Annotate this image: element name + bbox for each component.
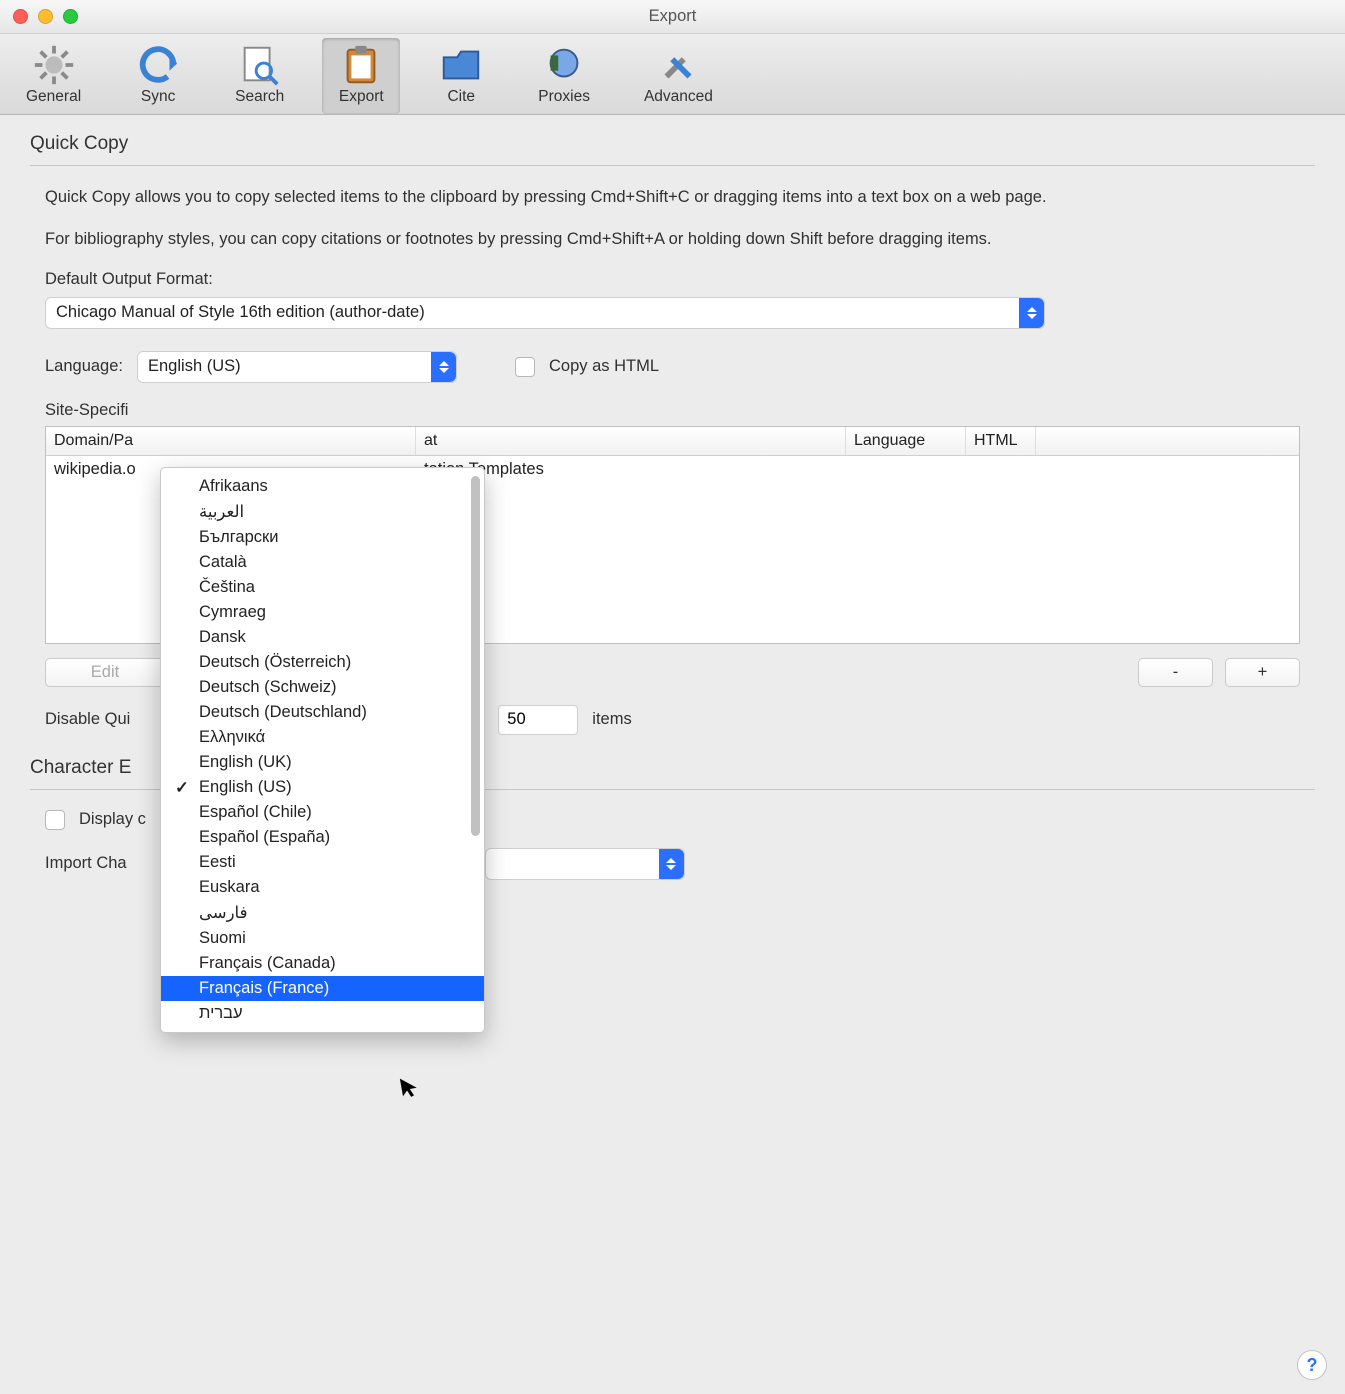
cell-language — [846, 456, 966, 483]
add-button[interactable]: + — [1225, 658, 1300, 687]
folder-icon — [438, 42, 484, 88]
tab-search[interactable]: Search — [219, 38, 300, 114]
language-dropdown[interactable]: AfrikaansالعربيةБългарскиCatalàČeštinaCy… — [160, 467, 485, 1033]
column-html[interactable]: HTML — [966, 427, 1036, 455]
default-output-format-label: Default Output Format: — [45, 270, 1300, 289]
disable-quick-copy-label: Disable Qui — [45, 710, 130, 729]
copy-as-html-label: Copy as HTML — [549, 357, 659, 376]
items-label: items — [592, 710, 631, 729]
select-value: Chicago Manual of Style 16th edition (au… — [56, 303, 425, 322]
language-option[interactable]: فارسی — [161, 900, 484, 926]
chevron-updown-icon — [659, 849, 684, 879]
remove-button[interactable]: - — [1138, 658, 1213, 687]
titlebar: Export — [0, 0, 1345, 34]
clipboard-icon — [338, 42, 384, 88]
tab-label: Cite — [447, 88, 475, 106]
window-title: Export — [0, 7, 1345, 26]
language-option[interactable]: Suomi — [161, 926, 484, 951]
language-option[interactable]: Español (Chile) — [161, 800, 484, 825]
display-option-label: Display c — [79, 810, 146, 829]
import-charset-label: Import Cha — [45, 854, 127, 873]
chevron-updown-icon — [1019, 298, 1044, 328]
globe-icon — [541, 42, 587, 88]
tab-advanced[interactable]: Advanced — [628, 38, 729, 114]
tab-label: Proxies — [538, 88, 590, 106]
chevron-updown-icon — [431, 352, 456, 382]
tab-export[interactable]: Export — [322, 38, 400, 114]
quick-copy-description-2: For bibliography styles, you can copy ci… — [45, 228, 1300, 252]
language-option[interactable]: Deutsch (Schweiz) — [161, 675, 484, 700]
column-format[interactable]: at — [416, 427, 846, 455]
gear-icon — [31, 42, 77, 88]
tab-general[interactable]: General — [10, 38, 97, 114]
language-option[interactable]: Български — [161, 525, 484, 550]
language-option[interactable]: Español (España) — [161, 825, 484, 850]
disable-threshold-input[interactable] — [498, 705, 578, 735]
tools-icon — [655, 42, 701, 88]
tab-proxies[interactable]: Proxies — [522, 38, 606, 114]
tab-label: Export — [339, 88, 384, 106]
tab-label: Search — [235, 88, 284, 106]
language-option[interactable]: Français (Canada) — [161, 951, 484, 976]
language-label: Language: — [45, 357, 123, 376]
mouse-cursor-icon — [398, 1073, 423, 1106]
language-option[interactable]: Français (France) — [161, 976, 484, 1001]
language-option[interactable]: Čeština — [161, 575, 484, 600]
divider — [30, 165, 1315, 166]
help-button[interactable]: ? — [1297, 1350, 1327, 1380]
section-quick-copy: Quick Copy — [30, 133, 1315, 159]
column-domain[interactable]: Domain/Pa — [46, 427, 416, 455]
copy-as-html-checkbox[interactable] — [515, 357, 535, 377]
language-option[interactable]: العربية — [161, 499, 484, 525]
search-doc-icon — [237, 42, 283, 88]
language-option[interactable]: Deutsch (Österreich) — [161, 650, 484, 675]
language-option[interactable]: Afrikaans — [161, 474, 484, 499]
language-option[interactable]: Euskara — [161, 875, 484, 900]
import-charset-select[interactable] — [485, 848, 685, 880]
tab-label: General — [26, 88, 81, 106]
language-option[interactable]: Cymraeg — [161, 600, 484, 625]
select-value: English (US) — [148, 357, 241, 376]
language-option[interactable]: עברית — [161, 1001, 484, 1026]
language-option[interactable]: Dansk — [161, 625, 484, 650]
language-option[interactable]: Català — [161, 550, 484, 575]
preferences-toolbar: General Sync Search Export Cite Proxies … — [0, 34, 1345, 115]
language-select[interactable]: English (US) — [137, 351, 457, 383]
tab-cite[interactable]: Cite — [422, 38, 500, 114]
cell-html — [966, 456, 1036, 483]
sync-icon — [135, 42, 181, 88]
language-option[interactable]: English (US) — [161, 775, 484, 800]
language-option[interactable]: Eesti — [161, 850, 484, 875]
language-option[interactable]: Deutsch (Deutschland) — [161, 700, 484, 725]
column-language[interactable]: Language — [846, 427, 966, 455]
edit-button[interactable]: Edit — [45, 658, 165, 687]
table-header: Domain/Pa at Language HTML — [46, 427, 1299, 456]
display-checkbox[interactable] — [45, 810, 65, 830]
language-option[interactable]: Ελληνικά — [161, 725, 484, 750]
tab-sync[interactable]: Sync — [119, 38, 197, 114]
tab-label: Sync — [141, 88, 175, 106]
tab-label: Advanced — [644, 88, 713, 106]
site-specific-heading: Site-Specifi — [45, 401, 1300, 420]
quick-copy-description-1: Quick Copy allows you to copy selected i… — [45, 186, 1300, 210]
language-option[interactable]: English (UK) — [161, 750, 484, 775]
default-output-format-select[interactable]: Chicago Manual of Style 16th edition (au… — [45, 297, 1045, 329]
